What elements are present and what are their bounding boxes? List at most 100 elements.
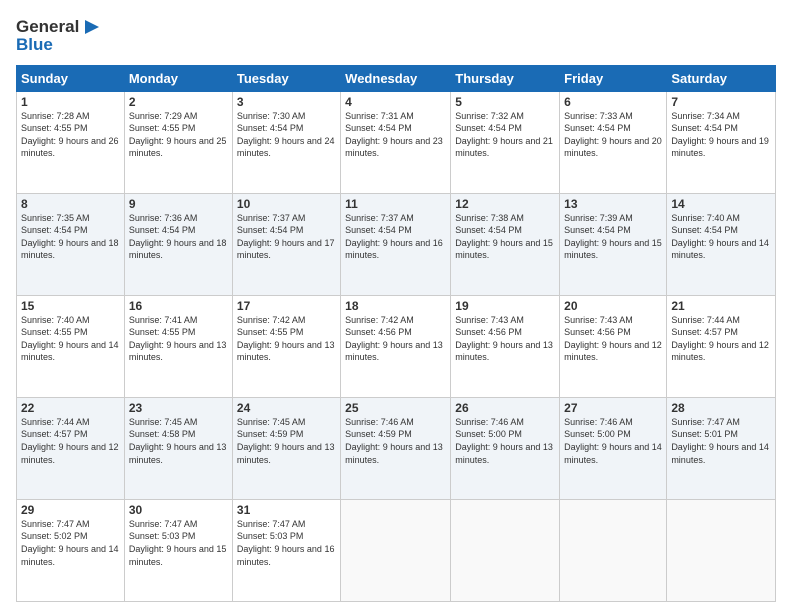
day-number: 30 <box>129 503 228 517</box>
day-number: 26 <box>455 401 555 415</box>
calendar-body: 1Sunrise: 7:28 AMSunset: 4:55 PMDaylight… <box>17 91 776 601</box>
day-header-friday: Friday <box>560 65 667 91</box>
day-info: Sunrise: 7:33 AMSunset: 4:54 PMDaylight:… <box>564 111 662 159</box>
day-info: Sunrise: 7:37 AMSunset: 4:54 PMDaylight:… <box>237 213 335 261</box>
day-cell <box>451 499 560 601</box>
day-info: Sunrise: 7:45 AMSunset: 4:59 PMDaylight:… <box>237 417 335 465</box>
day-info: Sunrise: 7:46 AMSunset: 5:00 PMDaylight:… <box>455 417 553 465</box>
calendar-header-row: SundayMondayTuesdayWednesdayThursdayFrid… <box>17 65 776 91</box>
day-header-sunday: Sunday <box>17 65 125 91</box>
week-row-4: 22 Sunrise: 7:44 AMSunset: 4:57 PMDayligh… <box>17 397 776 499</box>
day-cell <box>667 499 776 601</box>
day-cell: 30 Sunrise: 7:47 AMSunset: 5:03 PMDayligh… <box>124 499 232 601</box>
day-cell: 18 Sunrise: 7:42 AMSunset: 4:56 PMDayligh… <box>341 295 451 397</box>
day-info: Sunrise: 7:47 AMSunset: 5:02 PMDaylight:… <box>21 519 119 567</box>
day-number: 16 <box>129 299 228 313</box>
day-info: Sunrise: 7:44 AMSunset: 4:57 PMDaylight:… <box>21 417 119 465</box>
day-info: Sunrise: 7:47 AMSunset: 5:01 PMDaylight:… <box>671 417 769 465</box>
day-info: Sunrise: 7:29 AMSunset: 4:55 PMDaylight:… <box>129 111 227 159</box>
day-info: Sunrise: 7:46 AMSunset: 5:00 PMDaylight:… <box>564 417 662 465</box>
day-cell: 6 Sunrise: 7:33 AMSunset: 4:54 PMDaylight… <box>560 91 667 193</box>
day-cell: 31Sunrise: 7:47 AMSunset: 5:03 PMDayligh… <box>232 499 340 601</box>
day-number: 28 <box>671 401 771 415</box>
day-number: 29 <box>21 503 120 517</box>
week-row-3: 15Sunrise: 7:40 AMSunset: 4:55 PMDayligh… <box>17 295 776 397</box>
day-info: Sunrise: 7:40 AMSunset: 4:55 PMDaylight:… <box>21 315 119 363</box>
day-number: 24 <box>237 401 336 415</box>
day-info: Sunrise: 7:34 AMSunset: 4:54 PMDaylight:… <box>671 111 769 159</box>
day-info: Sunrise: 7:38 AMSunset: 4:54 PMDaylight:… <box>455 213 553 261</box>
day-number: 9 <box>129 197 228 211</box>
day-number: 5 <box>455 95 555 109</box>
day-info: Sunrise: 7:36 AMSunset: 4:54 PMDaylight:… <box>129 213 227 261</box>
day-cell: 5 Sunrise: 7:32 AMSunset: 4:54 PMDaylight… <box>451 91 560 193</box>
day-cell: 7 Sunrise: 7:34 AMSunset: 4:54 PMDaylight… <box>667 91 776 193</box>
day-number: 7 <box>671 95 771 109</box>
day-info: Sunrise: 7:43 AMSunset: 4:56 PMDaylight:… <box>455 315 553 363</box>
day-number: 14 <box>671 197 771 211</box>
day-cell: 3 Sunrise: 7:30 AMSunset: 4:54 PMDaylight… <box>232 91 340 193</box>
day-info: Sunrise: 7:37 AMSunset: 4:54 PMDaylight:… <box>345 213 443 261</box>
day-number: 17 <box>237 299 336 313</box>
week-row-5: 29 Sunrise: 7:47 AMSunset: 5:02 PMDayligh… <box>17 499 776 601</box>
day-cell: 2Sunrise: 7:29 AMSunset: 4:55 PMDaylight… <box>124 91 232 193</box>
day-cell: 27 Sunrise: 7:46 AMSunset: 5:00 PMDayligh… <box>560 397 667 499</box>
day-cell: 19 Sunrise: 7:43 AMSunset: 4:56 PMDayligh… <box>451 295 560 397</box>
day-cell: 1Sunrise: 7:28 AMSunset: 4:55 PMDaylight… <box>17 91 125 193</box>
day-cell: 23 Sunrise: 7:45 AMSunset: 4:58 PMDayligh… <box>124 397 232 499</box>
day-cell: 20Sunrise: 7:43 AMSunset: 4:56 PMDayligh… <box>560 295 667 397</box>
day-info: Sunrise: 7:43 AMSunset: 4:56 PMDaylight:… <box>564 315 662 363</box>
day-cell: 21 Sunrise: 7:44 AMSunset: 4:57 PMDayligh… <box>667 295 776 397</box>
day-info: Sunrise: 7:46 AMSunset: 4:59 PMDaylight:… <box>345 417 443 465</box>
day-info: Sunrise: 7:45 AMSunset: 4:58 PMDaylight:… <box>129 417 227 465</box>
week-row-1: 1Sunrise: 7:28 AMSunset: 4:55 PMDaylight… <box>17 91 776 193</box>
day-cell: 12 Sunrise: 7:38 AMSunset: 4:54 PMDayligh… <box>451 193 560 295</box>
day-number: 6 <box>564 95 662 109</box>
day-info: Sunrise: 7:41 AMSunset: 4:55 PMDaylight:… <box>129 315 227 363</box>
day-cell: 24 Sunrise: 7:45 AMSunset: 4:59 PMDayligh… <box>232 397 340 499</box>
day-number: 13 <box>564 197 662 211</box>
day-cell: 28 Sunrise: 7:47 AMSunset: 5:01 PMDayligh… <box>667 397 776 499</box>
day-number: 4 <box>345 95 446 109</box>
day-cell: 17 Sunrise: 7:42 AMSunset: 4:55 PMDayligh… <box>232 295 340 397</box>
day-number: 22 <box>21 401 120 415</box>
day-number: 23 <box>129 401 228 415</box>
day-cell: 8 Sunrise: 7:35 AMSunset: 4:54 PMDaylight… <box>17 193 125 295</box>
logo-text-blue: Blue <box>16 35 103 55</box>
day-info: Sunrise: 7:42 AMSunset: 4:55 PMDaylight:… <box>237 315 335 363</box>
day-info: Sunrise: 7:42 AMSunset: 4:56 PMDaylight:… <box>345 315 443 363</box>
day-cell: 11 Sunrise: 7:37 AMSunset: 4:54 PMDayligh… <box>341 193 451 295</box>
day-number: 3 <box>237 95 336 109</box>
day-number: 21 <box>671 299 771 313</box>
calendar-table: SundayMondayTuesdayWednesdayThursdayFrid… <box>16 65 776 602</box>
day-info: Sunrise: 7:35 AMSunset: 4:54 PMDaylight:… <box>21 213 119 261</box>
day-number: 11 <box>345 197 446 211</box>
day-number: 12 <box>455 197 555 211</box>
day-cell <box>560 499 667 601</box>
day-cell: 15Sunrise: 7:40 AMSunset: 4:55 PMDayligh… <box>17 295 125 397</box>
logo-text-general: General <box>16 17 79 37</box>
day-number: 27 <box>564 401 662 415</box>
day-cell: 10 Sunrise: 7:37 AMSunset: 4:54 PMDayligh… <box>232 193 340 295</box>
day-info: Sunrise: 7:40 AMSunset: 4:54 PMDaylight:… <box>671 213 769 261</box>
day-info: Sunrise: 7:32 AMSunset: 4:54 PMDaylight:… <box>455 111 553 159</box>
day-cell: 4 Sunrise: 7:31 AMSunset: 4:54 PMDaylight… <box>341 91 451 193</box>
logo: General Blue <box>16 16 103 55</box>
day-info: Sunrise: 7:44 AMSunset: 4:57 PMDaylight:… <box>671 315 769 363</box>
day-cell: 14 Sunrise: 7:40 AMSunset: 4:54 PMDayligh… <box>667 193 776 295</box>
day-header-wednesday: Wednesday <box>341 65 451 91</box>
day-info: Sunrise: 7:47 AMSunset: 5:03 PMDaylight:… <box>129 519 227 567</box>
page-header: General Blue <box>16 16 776 55</box>
day-info: Sunrise: 7:31 AMSunset: 4:54 PMDaylight:… <box>345 111 443 159</box>
day-cell: 22 Sunrise: 7:44 AMSunset: 4:57 PMDayligh… <box>17 397 125 499</box>
day-number: 10 <box>237 197 336 211</box>
day-cell: 13 Sunrise: 7:39 AMSunset: 4:54 PMDayligh… <box>560 193 667 295</box>
day-info: Sunrise: 7:28 AMSunset: 4:55 PMDaylight:… <box>21 111 119 159</box>
day-header-monday: Monday <box>124 65 232 91</box>
day-info: Sunrise: 7:39 AMSunset: 4:54 PMDaylight:… <box>564 213 662 261</box>
day-cell: 16 Sunrise: 7:41 AMSunset: 4:55 PMDayligh… <box>124 295 232 397</box>
day-number: 18 <box>345 299 446 313</box>
day-number: 8 <box>21 197 120 211</box>
day-number: 19 <box>455 299 555 313</box>
day-info: Sunrise: 7:30 AMSunset: 4:54 PMDaylight:… <box>237 111 335 159</box>
